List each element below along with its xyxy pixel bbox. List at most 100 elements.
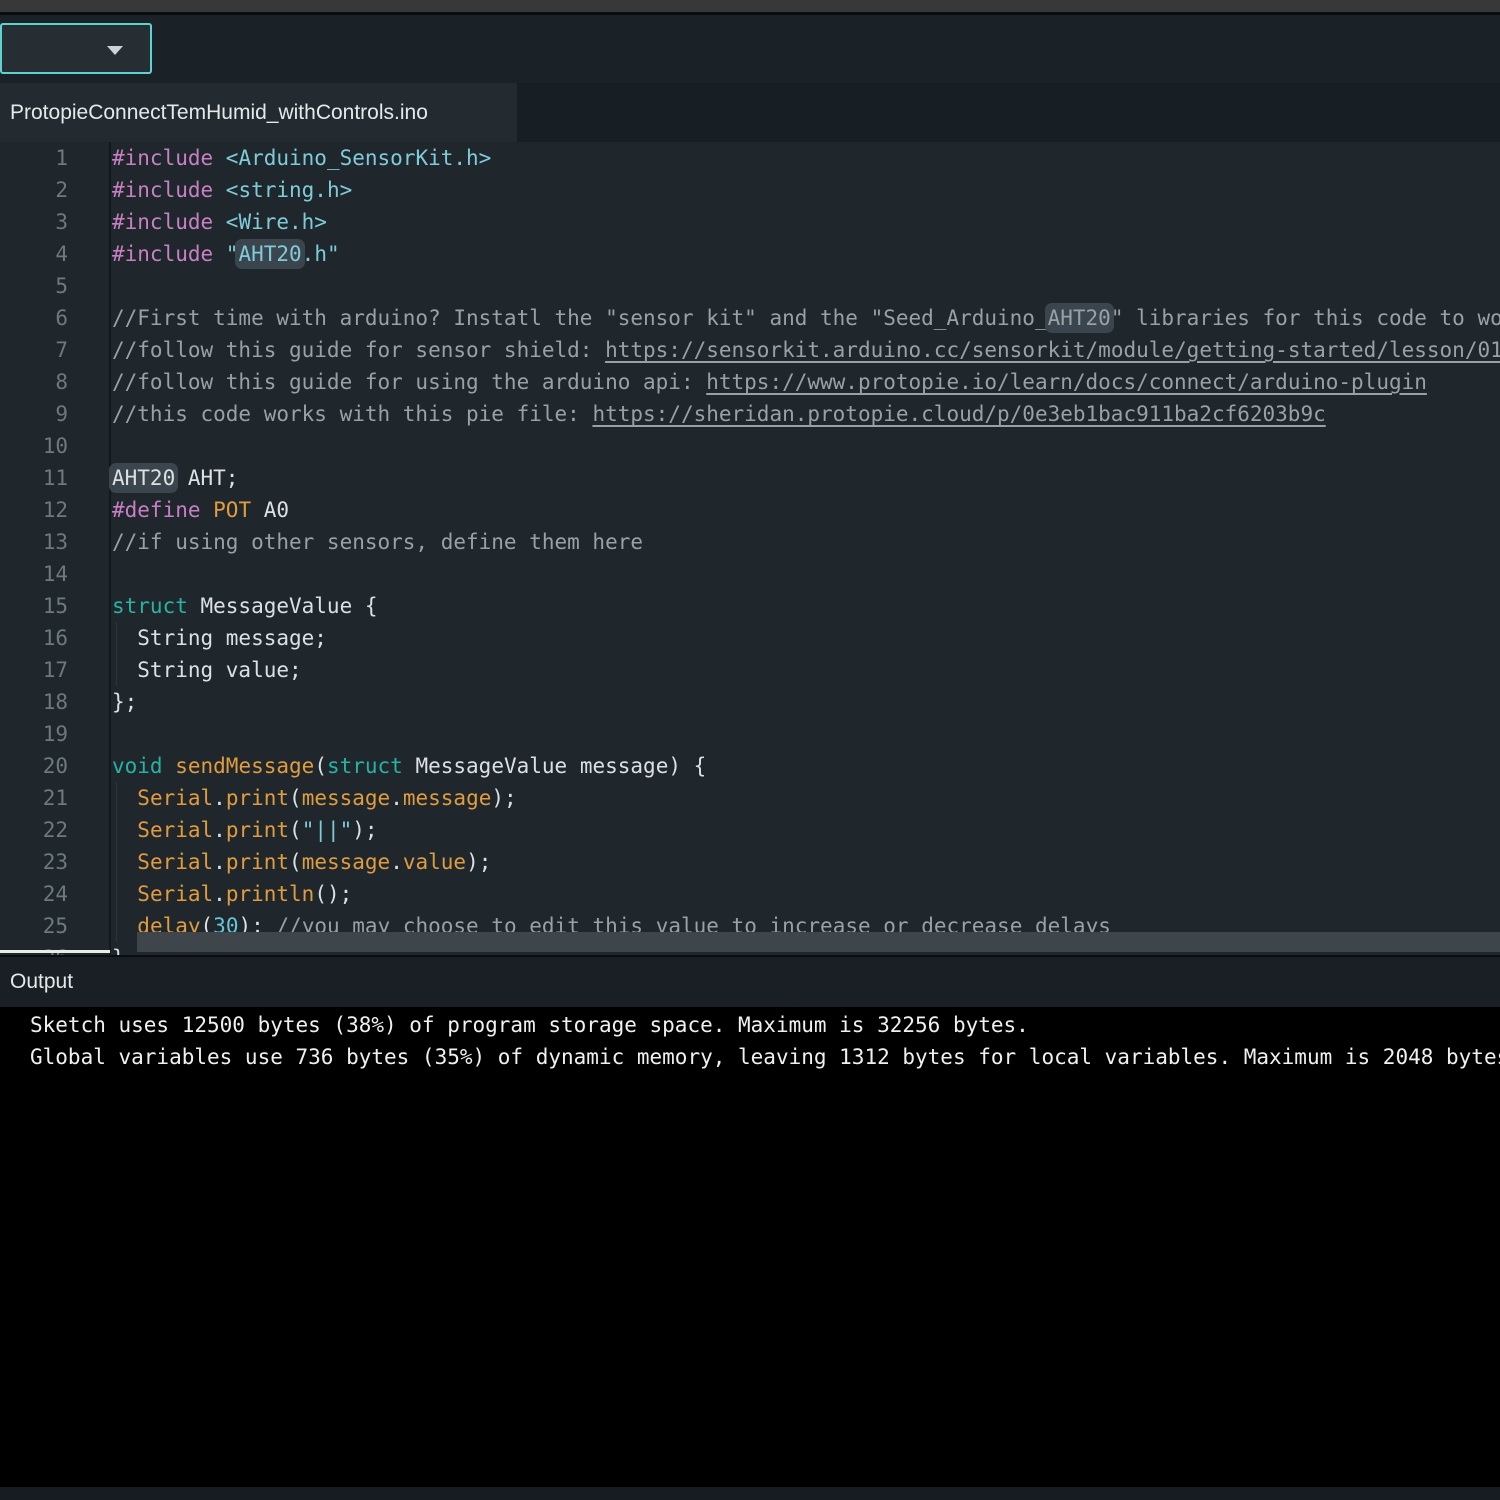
output-console[interactable]: Sketch uses 12500 bytes (38%) of program…	[0, 1007, 1500, 1487]
indent-guide	[116, 654, 117, 686]
line-number[interactable]: 1	[0, 142, 68, 174]
line-number[interactable]: 23	[0, 846, 68, 878]
code-line[interactable]: //First time with arduino? Instatl the "…	[112, 302, 1500, 334]
code-line[interactable]: };	[112, 686, 1500, 718]
code-line[interactable]: String message;	[112, 622, 1500, 654]
code-line[interactable]: #include <Wire.h>	[112, 206, 1500, 238]
highlighted-occurrence: AHT20	[238, 242, 301, 266]
code-token: " libraries for this code to work	[1111, 306, 1500, 330]
code-token: ();	[314, 882, 352, 906]
toolbar-area	[0, 15, 1500, 83]
code-token: #include	[112, 210, 226, 234]
code-token: );	[466, 850, 491, 874]
code-token: print	[226, 818, 289, 842]
line-number[interactable]: 7	[0, 334, 68, 366]
indent-guide	[116, 878, 117, 910]
horizontal-scrollbar-thumb[interactable]	[137, 932, 1500, 952]
line-number[interactable]: 14	[0, 558, 68, 590]
code-line[interactable]: Serial.print(message.message);	[112, 782, 1500, 814]
code-line[interactable]: //follow this guide for sensor shield: h…	[112, 334, 1500, 366]
code-token: Serial	[137, 882, 213, 906]
code-token: #define	[112, 498, 213, 522]
code-token: <Arduino_SensorKit.h>	[226, 146, 492, 170]
code-token: Serial	[137, 818, 213, 842]
code-token: (	[289, 818, 302, 842]
code-token: String message;	[112, 626, 327, 650]
comment-link[interactable]: https://www.protopie.io/learn/docs/conne…	[706, 370, 1427, 394]
code-line[interactable]: Serial.print(message.value);	[112, 846, 1500, 878]
code-token: message	[302, 786, 391, 810]
board-selector-dropdown[interactable]	[0, 23, 152, 74]
code-token: .	[213, 786, 226, 810]
line-number[interactable]: 11	[0, 462, 68, 494]
code-token: (	[314, 754, 327, 778]
code-line[interactable]	[112, 270, 1500, 302]
indent-guide	[116, 846, 117, 878]
line-number[interactable]: 22	[0, 814, 68, 846]
line-number[interactable]: 24	[0, 878, 68, 910]
code-token: AHT;	[175, 466, 238, 490]
code-token: message	[403, 786, 492, 810]
code-line[interactable]: AHT20 AHT;	[112, 462, 1500, 494]
code-line[interactable]: #include <Arduino_SensorKit.h>	[112, 142, 1500, 174]
line-number[interactable]: 6	[0, 302, 68, 334]
code-token: (	[289, 850, 302, 874]
code-token: #include	[112, 178, 226, 202]
code-line[interactable]: //if using other sensors, define them he…	[112, 526, 1500, 558]
code-token: MessageValue {	[188, 594, 378, 618]
panel-resize-handle[interactable]	[0, 950, 110, 953]
line-number[interactable]: 17	[0, 654, 68, 686]
code-token: //follow this guide for sensor shield:	[112, 338, 605, 362]
tab-sketch-file[interactable]: ProtopieConnectTemHumid_withControls.ino	[0, 83, 517, 142]
line-number[interactable]: 9	[0, 398, 68, 430]
line-number[interactable]: 5	[0, 270, 68, 302]
code-token: .h"	[302, 242, 340, 266]
line-number[interactable]: 12	[0, 494, 68, 526]
line-number[interactable]: 26	[0, 942, 68, 955]
indent-guide	[116, 782, 117, 814]
line-number[interactable]: 8	[0, 366, 68, 398]
code-line[interactable]: Serial.print("||");	[112, 814, 1500, 846]
line-number[interactable]: 3	[0, 206, 68, 238]
line-number[interactable]: 25	[0, 910, 68, 942]
code-line[interactable]: String value;	[112, 654, 1500, 686]
code-line[interactable]: #include <string.h>	[112, 174, 1500, 206]
code-token: .	[390, 786, 403, 810]
code-token: );	[491, 786, 516, 810]
indent-guide	[116, 814, 117, 846]
comment-link[interactable]: https://sensorkit.arduino.cc/sensorkit/m…	[605, 338, 1500, 362]
code-token: #include	[112, 242, 226, 266]
window-titlebar	[0, 0, 1500, 12]
line-number[interactable]: 20	[0, 750, 68, 782]
code-editor[interactable]: 1234567891011121314151617181920212223242…	[0, 142, 1500, 955]
line-number[interactable]: 10	[0, 430, 68, 462]
code-line[interactable]: //follow this guide for using the arduin…	[112, 366, 1500, 398]
code-line[interactable]: #define POT A0	[112, 494, 1500, 526]
code-token: print	[226, 850, 289, 874]
code-line[interactable]: #include "AHT20.h"	[112, 238, 1500, 270]
code-token: .	[213, 818, 226, 842]
line-number[interactable]: 16	[0, 622, 68, 654]
code-token: };	[112, 690, 137, 714]
line-number[interactable]: 2	[0, 174, 68, 206]
code-token: sendMessage	[175, 754, 314, 778]
code-line[interactable]: //this code works with this pie file: ht…	[112, 398, 1500, 430]
code-token: );	[352, 818, 377, 842]
code-line[interactable]	[112, 558, 1500, 590]
line-number[interactable]: 15	[0, 590, 68, 622]
code-token: message	[302, 850, 391, 874]
tab-filename: ProtopieConnectTemHumid_withControls.ino	[0, 83, 517, 142]
line-number[interactable]: 13	[0, 526, 68, 558]
line-number[interactable]: 18	[0, 686, 68, 718]
code-line[interactable]	[112, 718, 1500, 750]
code-line[interactable]: Serial.println();	[112, 878, 1500, 910]
output-panel-title: Output	[0, 957, 1500, 1007]
code-token: //if using other sensors, define them he…	[112, 530, 643, 554]
code-line[interactable]: struct MessageValue {	[112, 590, 1500, 622]
comment-link[interactable]: https://sheridan.protopie.cloud/p/0e3eb1…	[592, 402, 1325, 426]
line-number[interactable]: 4	[0, 238, 68, 270]
line-number[interactable]: 19	[0, 718, 68, 750]
code-line[interactable]	[112, 430, 1500, 462]
code-line[interactable]: void sendMessage(struct MessageValue mes…	[112, 750, 1500, 782]
line-number[interactable]: 21	[0, 782, 68, 814]
